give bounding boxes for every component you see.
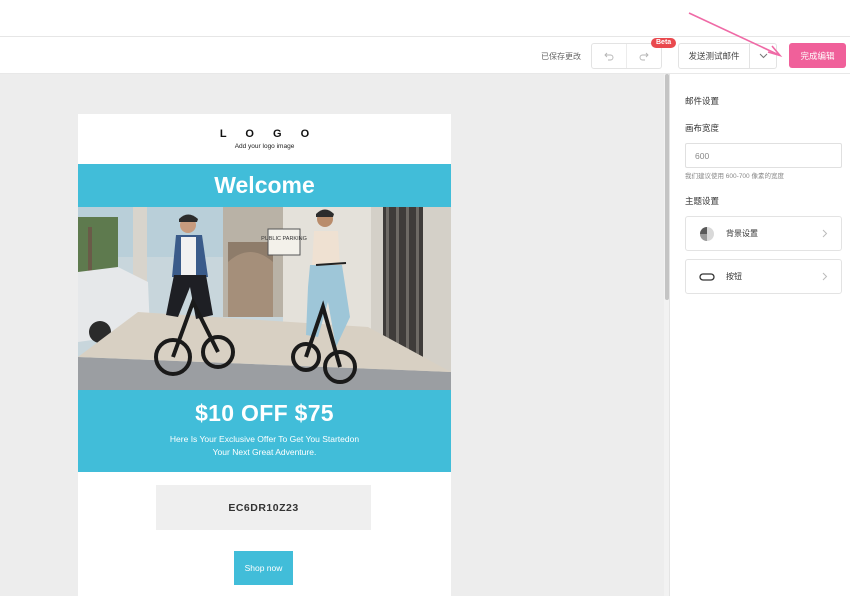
hero-photo[interactable]: PUBLIC PARKING <box>78 207 451 390</box>
undo-button[interactable] <box>592 44 626 68</box>
offer-description: Here Is Your Exclusive Offer To Get You … <box>78 433 451 459</box>
beta-badge: Beta <box>651 38 677 48</box>
button-settings-row[interactable]: 按钮 <box>685 259 842 294</box>
pie-chart-icon <box>695 226 719 242</box>
top-blank-strip <box>0 0 850 37</box>
logo-subtext: Add your logo image <box>234 143 295 150</box>
canvas-width-label: 画布宽度 <box>685 123 720 133</box>
button-settings-label: 按钮 <box>726 272 742 281</box>
background-settings-label: 背景设置 <box>726 229 758 238</box>
offer-line-2: Your Next Great Adventure. <box>212 447 317 457</box>
chevron-right-icon <box>817 272 833 281</box>
cyclists-photo-illustration: PUBLIC PARKING <box>78 207 451 390</box>
send-test-email-button[interactable]: 发送测试邮件 <box>679 44 749 68</box>
settings-panel: 邮件设置 画布宽度 600 我们建议使用 600-700 像素的宽度 主题设置 … <box>671 74 850 596</box>
logo-block[interactable]: L O G O Add your logo image <box>78 114 451 164</box>
chevron-right-icon <box>817 229 833 238</box>
undo-icon <box>604 52 614 60</box>
button-pill-icon <box>695 272 719 282</box>
saved-status: 已保存更改 <box>541 52 581 61</box>
email-canvas: L O G O Add your logo image Welcome PUBL… <box>0 74 664 596</box>
coupon-code[interactable]: EC6DR10Z23 <box>156 485 371 530</box>
canvas-scrollbar[interactable] <box>664 74 670 596</box>
shop-now-button[interactable]: Shop now <box>234 551 293 585</box>
finish-editing-button[interactable]: 完成编辑 <box>789 43 846 68</box>
canvas-width-input[interactable]: 600 <box>685 143 842 168</box>
canvas-width-hint: 我们建议使用 600-700 像素的宽度 <box>685 173 784 180</box>
offer-block[interactable]: $10 OFF $75 Here Is Your Exclusive Offer… <box>78 390 451 472</box>
parking-sign-text: PUBLIC PARKING <box>261 236 307 242</box>
email-settings-title: 邮件设置 <box>685 96 720 106</box>
chevron-down-icon <box>759 53 767 59</box>
logo-text: L O G O <box>219 128 318 140</box>
offer-title: $10 OFF $75 <box>195 400 334 426</box>
send-test-caret-button[interactable] <box>749 44 776 68</box>
theme-settings-label: 主题设置 <box>685 196 720 206</box>
undo-redo-group <box>591 43 662 69</box>
canvas-scroll-thumb[interactable] <box>665 74 669 300</box>
background-settings-row[interactable]: 背景设置 <box>685 216 842 251</box>
redo-icon <box>639 52 649 60</box>
email-preview: L O G O Add your logo image Welcome PUBL… <box>78 114 451 596</box>
send-test-email-dropdown: 发送测试邮件 <box>678 43 777 69</box>
offer-line-1: Here Is Your Exclusive Offer To Get You … <box>169 434 360 444</box>
welcome-heading[interactable]: Welcome <box>78 164 451 207</box>
